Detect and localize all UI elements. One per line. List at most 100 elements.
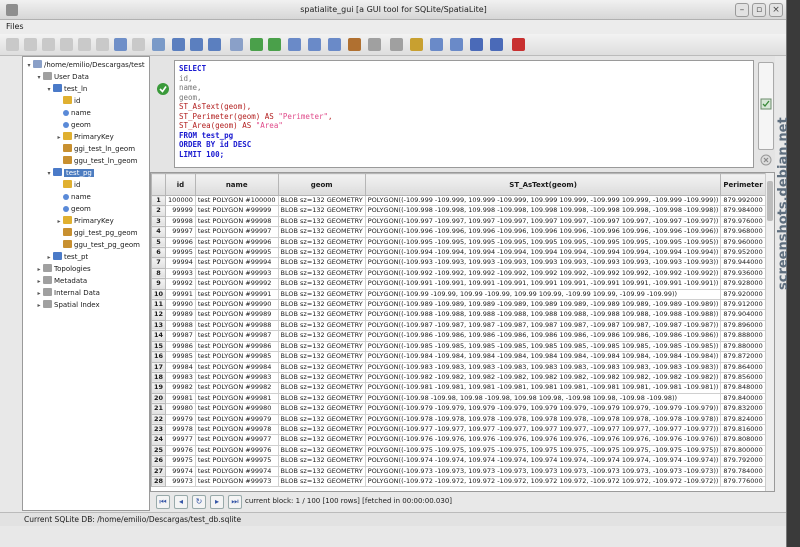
table-cell[interactable]: BLOB sz=132 GEOMETRY bbox=[277, 434, 366, 446]
table-cell[interactable]: 99993 bbox=[165, 267, 196, 280]
tree-table-test-ln[interactable]: ▾ test_ln bbox=[45, 83, 87, 95]
table-cell[interactable]: POLYGON((-109.986 -109.986, 109.986 -109… bbox=[364, 330, 722, 342]
table-cell[interactable]: 99977 bbox=[165, 434, 196, 446]
tree-primary-key[interactable]: ▸ PrimaryKey bbox=[55, 131, 114, 143]
table-cell[interactable]: test POLYGON #99975 bbox=[194, 455, 279, 467]
tree-user-data[interactable]: ▾ User Data bbox=[35, 71, 89, 83]
table-row[interactable]: 18 99983 test POLYGON #99983 BLOB sz=132 GE… bbox=[151, 371, 774, 384]
table-cell[interactable]: test POLYGON #99973 bbox=[194, 475, 279, 488]
table-cell[interactable]: 99999 bbox=[165, 205, 196, 217]
charset-icon[interactable] bbox=[308, 38, 321, 51]
table-cell[interactable]: 879.848000 bbox=[720, 382, 766, 394]
table-cell[interactable]: 99974 bbox=[165, 465, 196, 477]
row-number[interactable]: 10 bbox=[151, 288, 167, 301]
table-row[interactable]: 12 99989 test POLYGON #99989 BLOB sz=132 GE… bbox=[151, 309, 774, 321]
row-number[interactable]: 16 bbox=[151, 351, 167, 363]
table-cell[interactable]: test POLYGON #99990 bbox=[194, 299, 279, 311]
collapse-icon[interactable]: ▾ bbox=[25, 60, 33, 72]
table-cell[interactable]: BLOB sz=132 GEOMETRY bbox=[277, 392, 366, 405]
table-cell[interactable]: BLOB sz=132 GEOMETRY bbox=[277, 465, 366, 477]
table-cell[interactable]: BLOB sz=132 GEOMETRY bbox=[277, 351, 366, 363]
table-cell[interactable]: test POLYGON #99997 bbox=[194, 226, 279, 238]
expand-icon[interactable]: ▸ bbox=[35, 300, 43, 312]
table-cell[interactable]: 99984 bbox=[165, 361, 196, 373]
table-cell[interactable]: POLYGON((-109.993 -109.993, 109.993 -109… bbox=[364, 257, 722, 269]
table-cell[interactable]: 99991 bbox=[165, 288, 196, 301]
tree-trigger-ggu-pg[interactable]: ggu_test_pg_geom bbox=[63, 239, 140, 251]
attach-db-icon[interactable] bbox=[328, 38, 341, 51]
tree-trigger-ggi-pg[interactable]: ggi_test_pg_geom bbox=[63, 227, 138, 239]
table-cell[interactable]: 879.816000 bbox=[720, 423, 766, 436]
table-cell[interactable]: 879.792000 bbox=[720, 455, 766, 467]
tree-column-name[interactable]: name bbox=[63, 191, 91, 203]
table-cell[interactable]: 879.976000 bbox=[720, 215, 766, 228]
execute-icon[interactable] bbox=[156, 82, 170, 96]
table-cell[interactable]: BLOB sz=132 GEOMETRY bbox=[277, 205, 366, 217]
sql-editor[interactable]: SELECT id, name, geom, ST_AsText(geom), … bbox=[174, 60, 754, 168]
table-cell[interactable]: POLYGON((-109.989 -109.989, 109.989 -109… bbox=[364, 299, 722, 311]
row-number[interactable]: 7 bbox=[151, 257, 167, 269]
table-cell[interactable]: POLYGON((-109.978 -109.978, 109.978 -109… bbox=[364, 413, 722, 425]
table-cell[interactable]: 879.800000 bbox=[720, 444, 766, 457]
menu-files[interactable]: Files bbox=[6, 22, 24, 31]
table-cell[interactable]: test POLYGON #99996 bbox=[194, 236, 279, 249]
table-cell[interactable]: 879.856000 bbox=[720, 371, 766, 384]
row-number[interactable]: 6 bbox=[151, 247, 167, 259]
table-row[interactable]: 25 99976 test POLYGON #99976 BLOB sz=132 GE… bbox=[151, 444, 774, 457]
vacuum-icon[interactable] bbox=[96, 38, 109, 51]
connect-icon[interactable] bbox=[6, 38, 19, 51]
table-row[interactable]: 16 99985 test POLYGON #99985 BLOB sz=132 GE… bbox=[151, 351, 774, 363]
table-cell[interactable]: 99982 bbox=[165, 382, 196, 394]
table-cell[interactable]: 99976 bbox=[165, 444, 196, 457]
db-status-icon[interactable] bbox=[430, 38, 443, 51]
row-number[interactable]: 22 bbox=[151, 413, 167, 425]
table-cell[interactable]: test POLYGON #99980 bbox=[194, 403, 279, 415]
wizard-icon[interactable] bbox=[410, 38, 423, 51]
row-number[interactable]: 17 bbox=[151, 361, 167, 373]
table-row[interactable]: 4 99997 test POLYGON #99997 BLOB sz=132 GEO… bbox=[151, 226, 774, 238]
table-cell[interactable]: 99983 bbox=[165, 371, 196, 384]
close-button[interactable]: × bbox=[769, 3, 783, 17]
row-number[interactable]: 26 bbox=[151, 455, 167, 467]
table-row[interactable]: 8 99993 test POLYGON #99993 BLOB sz=132 GEO… bbox=[151, 267, 774, 280]
table-cell[interactable]: BLOB sz=132 GEOMETRY bbox=[277, 444, 366, 457]
disconnect-icon[interactable] bbox=[42, 38, 55, 51]
table-cell[interactable]: 879.944000 bbox=[720, 257, 766, 269]
table-cell[interactable]: POLYGON((-109.995 -109.995, 109.995 -109… bbox=[364, 236, 722, 249]
spatial-index-icon[interactable] bbox=[268, 38, 281, 51]
table-cell[interactable]: BLOB sz=132 GEOMETRY bbox=[277, 413, 366, 425]
table-cell[interactable]: POLYGON((-109.973 -109.973, 109.973 -109… bbox=[364, 465, 722, 477]
table-cell[interactable]: 879.904000 bbox=[720, 309, 766, 321]
maximize-button[interactable]: ▫ bbox=[752, 3, 766, 17]
table-cell[interactable]: 99986 bbox=[165, 340, 196, 353]
clear-icon[interactable] bbox=[760, 154, 772, 166]
table-cell[interactable]: BLOB sz=132 GEOMETRY bbox=[277, 278, 366, 290]
table-cell[interactable]: POLYGON((-109.992 -109.992, 109.992 -109… bbox=[364, 267, 722, 280]
sql-log-icon[interactable] bbox=[348, 38, 361, 51]
tree-column-id[interactable]: id bbox=[63, 179, 80, 191]
table-cell[interactable]: 99995 bbox=[165, 247, 196, 259]
table-row[interactable]: 13 99988 test POLYGON #99988 BLOB sz=132 GE… bbox=[151, 319, 774, 332]
row-number[interactable]: 28 bbox=[151, 475, 167, 488]
column-header[interactable]: id bbox=[165, 173, 196, 196]
dbf-icon[interactable] bbox=[190, 38, 203, 51]
table-cell[interactable]: test POLYGON #99998 bbox=[194, 215, 279, 228]
table-cell[interactable]: BLOB sz=132 GEOMETRY bbox=[277, 455, 366, 467]
table-cell[interactable]: BLOB sz=132 GEOMETRY bbox=[277, 247, 366, 259]
table-row[interactable]: 6 99995 test POLYGON #99995 BLOB sz=132 GEO… bbox=[151, 247, 774, 259]
load-sql-icon[interactable] bbox=[132, 38, 145, 51]
collapse-icon[interactable]: ▾ bbox=[35, 72, 43, 84]
table-cell[interactable]: BLOB sz=132 GEOMETRY bbox=[277, 194, 366, 207]
table-cell[interactable]: test POLYGON #99999 bbox=[194, 205, 279, 217]
table-cell[interactable]: 99985 bbox=[165, 351, 196, 363]
table-cell[interactable]: POLYGON((-109.974 -109.974, 109.974 -109… bbox=[364, 455, 722, 467]
table-cell[interactable]: 879.984000 bbox=[720, 205, 766, 217]
tree-root[interactable]: ▾/home/emilio/Descargas/test bbox=[25, 59, 145, 71]
table-cell[interactable]: POLYGON((-109.987 -109.987, 109.987 -109… bbox=[364, 319, 722, 332]
table-cell[interactable]: 879.776000 bbox=[720, 475, 766, 488]
table-row[interactable]: 11 99990 test POLYGON #99990 BLOB sz=132 GE… bbox=[151, 299, 774, 311]
tree-column-id[interactable]: id bbox=[63, 95, 80, 107]
table-cell[interactable]: BLOB sz=132 GEOMETRY bbox=[277, 319, 366, 332]
table-row[interactable]: 15 99986 test POLYGON #99986 BLOB sz=132 GE… bbox=[151, 340, 774, 353]
table-cell[interactable]: POLYGON((-109.998 -109.998, 109.998 -109… bbox=[364, 205, 722, 217]
